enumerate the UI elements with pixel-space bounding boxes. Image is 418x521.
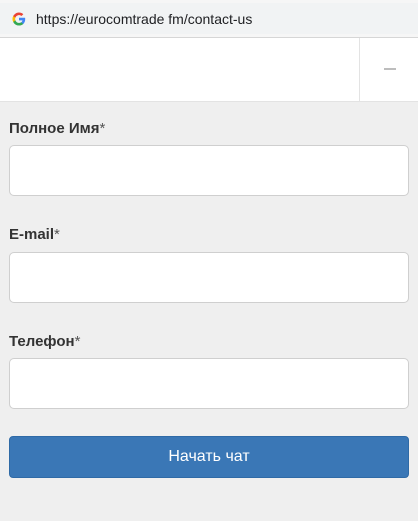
minimize-button[interactable] bbox=[360, 38, 418, 101]
start-chat-button[interactable]: Начать чат bbox=[9, 436, 409, 478]
required-mark: * bbox=[54, 226, 60, 243]
minimize-icon bbox=[384, 68, 396, 70]
email-input[interactable] bbox=[9, 252, 409, 303]
phone-input[interactable] bbox=[9, 358, 409, 409]
email-label: E-mail* bbox=[9, 226, 60, 243]
required-mark: * bbox=[74, 333, 81, 350]
phone-label: Телефон* bbox=[9, 333, 81, 350]
url-field[interactable]: https://eurocomtrade fm/contact-us bbox=[0, 3, 418, 34]
url-text[interactable]: https://eurocomtrade fm/contact-us bbox=[36, 11, 252, 27]
google-g-icon bbox=[12, 12, 26, 26]
chat-widget-header bbox=[0, 38, 418, 102]
required-mark: * bbox=[99, 120, 106, 137]
browser-address-bar: https://eurocomtrade fm/contact-us bbox=[0, 0, 418, 38]
full-name-label: Полное Имя* bbox=[9, 120, 106, 137]
full-name-input[interactable] bbox=[9, 145, 409, 196]
